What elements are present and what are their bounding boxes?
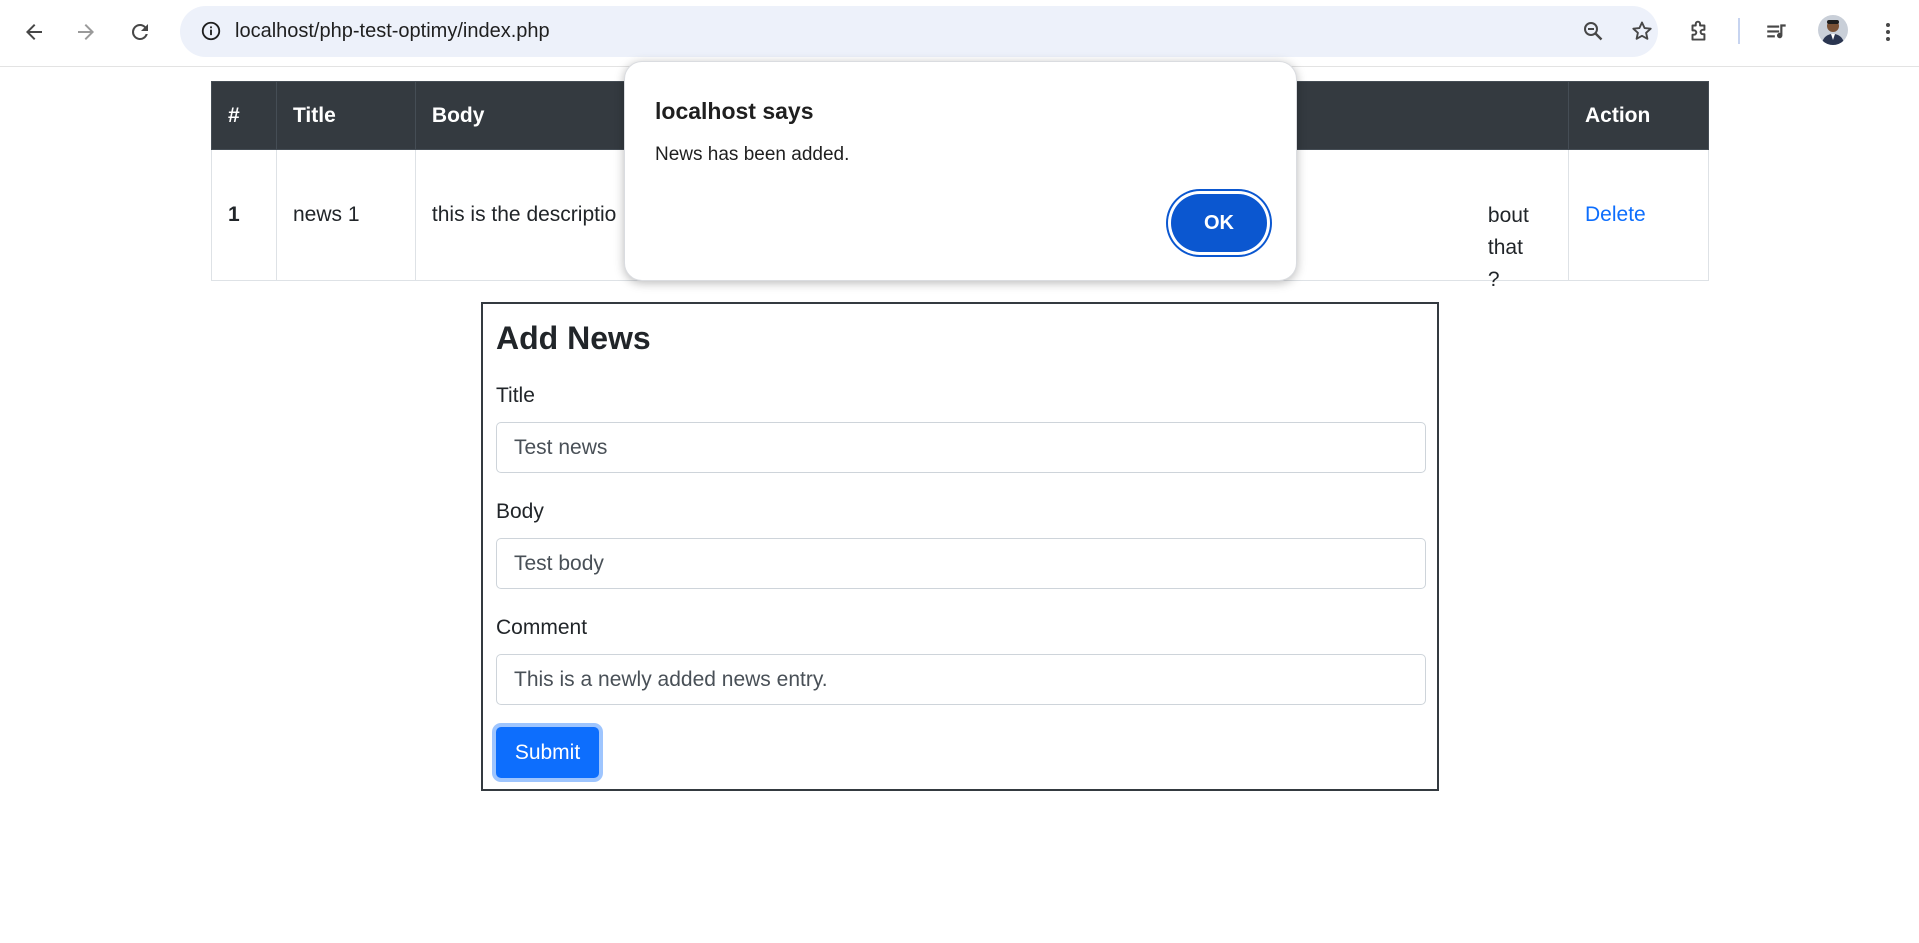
news-body-line: ?	[1487, 268, 1500, 291]
back-arrow-icon	[26, 24, 42, 40]
delete-link[interactable]: Delete	[1585, 203, 1646, 226]
forward-arrow-icon	[78, 24, 94, 40]
dialog-title: localhost says	[655, 98, 814, 124]
more-menu-icon	[1886, 23, 1890, 41]
zoom-icon	[1584, 22, 1603, 41]
address-bar[interactable]: localhost/php-test-optimy/index.php	[180, 6, 1658, 57]
alert-dialog: localhost says News has been added. OK	[624, 61, 1297, 281]
add-news-form: Add News Title Body Comment Submit	[481, 302, 1439, 791]
news-body-text-continued: bout that ?	[1488, 200, 1568, 296]
site-info-icon	[201, 21, 221, 41]
column-header-action: Action	[1568, 81, 1709, 150]
bookmark-star-icon	[1632, 21, 1652, 40]
column-header-title: Title	[275, 81, 416, 150]
news-body-line: bout that	[1487, 204, 1529, 259]
avatar[interactable]	[1818, 15, 1848, 45]
ok-button[interactable]: OK	[1171, 194, 1267, 252]
news-number: 1	[211, 149, 277, 281]
toolbar-divider	[1738, 18, 1740, 44]
more-menu-button[interactable]	[1868, 12, 1908, 52]
extensions-icon	[1691, 20, 1706, 41]
browser-toolbar: localhost/php-test-optimy/index.php	[0, 0, 1919, 67]
title-label: Title	[496, 384, 535, 407]
reload-button[interactable]	[120, 12, 160, 52]
zoom-button[interactable]	[1574, 12, 1612, 50]
reload-icon	[132, 24, 148, 40]
title-input[interactable]	[496, 422, 1426, 473]
bookmark-button[interactable]	[1623, 12, 1661, 50]
media-control-icon	[1767, 24, 1786, 39]
site-info-button[interactable]	[192, 12, 230, 50]
news-body-text: this is the descriptio	[431, 203, 617, 226]
extensions-button[interactable]	[1679, 12, 1719, 52]
back-button[interactable]	[14, 12, 54, 52]
news-title: news 1	[275, 149, 416, 281]
submit-button[interactable]: Submit	[496, 727, 599, 778]
media-control-button[interactable]	[1757, 12, 1797, 52]
body-input[interactable]	[496, 538, 1426, 589]
column-header-number: #	[211, 81, 277, 150]
form-heading: Add News	[496, 320, 651, 356]
comment-label: Comment	[496, 616, 588, 639]
forward-button[interactable]	[66, 12, 106, 52]
comment-input[interactable]	[496, 654, 1426, 705]
dialog-message: News has been added.	[655, 144, 850, 165]
url-text[interactable]: localhost/php-test-optimy/index.php	[235, 20, 550, 43]
news-action-cell: Delete	[1568, 149, 1709, 281]
body-label: Body	[496, 500, 544, 523]
